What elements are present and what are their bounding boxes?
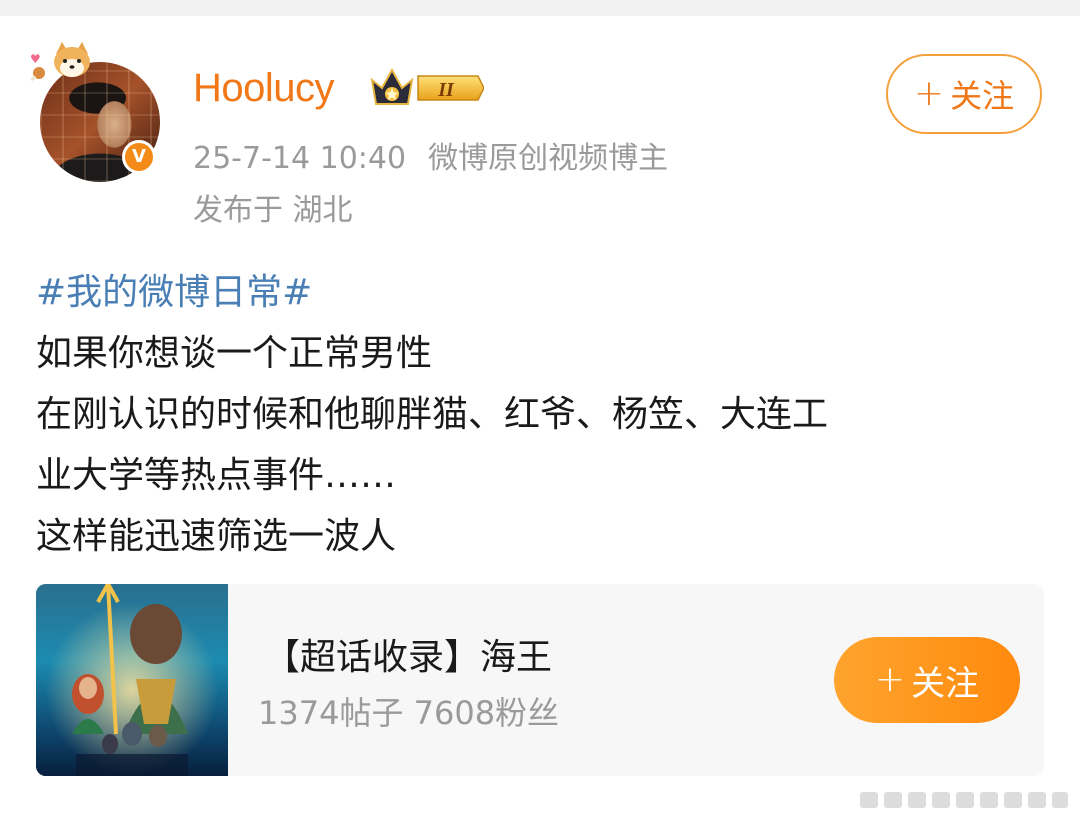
post-line: 在刚认识的时候和他聊胖猫、红爷、杨笠、大连工 xyxy=(36,394,829,435)
post-timestamp: 25-7-14 10:40 xyxy=(193,141,407,176)
plus-icon: + xyxy=(913,73,945,114)
super-topic-title[interactable]: 【超话收录】海王 xyxy=(264,628,552,680)
super-topic-stats: 1374帖子 7608粉丝 xyxy=(258,694,560,732)
post-meta: 25-7-14 10:40 微博原创视频博主 xyxy=(193,133,668,177)
post-source: 微博原创视频博主 xyxy=(428,141,669,176)
author-name[interactable]: Hoolucy xyxy=(193,66,335,111)
super-topic-follow-label: 关注 xyxy=(911,663,980,704)
super-topic-follow-button[interactable]: + 关注 xyxy=(834,637,1020,723)
level-badge-text: II xyxy=(437,79,455,101)
post-line: 这样能迅速筛选一波人 xyxy=(36,516,397,557)
top-divider xyxy=(0,0,1080,16)
verified-v-icon: V xyxy=(122,140,156,174)
post-body: #我的微博日常# 如果你想谈一个正常男性 在刚认识的时候和他聊胖猫、红爷、杨笠、… xyxy=(36,262,828,567)
watermark-bars-icon xyxy=(860,792,1068,808)
aquaman-poster-image[interactable] xyxy=(36,584,228,776)
crown-level-badge-icon[interactable]: II xyxy=(368,66,484,110)
post-line: 如果你想谈一个正常男性 xyxy=(36,333,433,374)
super-topic-card[interactable]: 【超话收录】海王 1374帖子 7608粉丝 + 关注 xyxy=(36,584,1044,776)
topic-link[interactable]: #我的微博日常# xyxy=(36,272,312,313)
post-location: 发布于 湖北 xyxy=(193,193,353,228)
heart-icon: ♥ xyxy=(30,52,41,66)
post-line: 业大学等热点事件…… xyxy=(36,455,397,496)
follow-button[interactable]: + 关注 xyxy=(886,54,1042,134)
drumstick-icon xyxy=(30,67,45,81)
shiba-dog-pendant-icon xyxy=(54,42,90,77)
follow-button-label: 关注 xyxy=(950,77,1015,115)
avatar-container[interactable]: ♥ V xyxy=(22,40,172,190)
plus-icon: + xyxy=(874,659,906,700)
